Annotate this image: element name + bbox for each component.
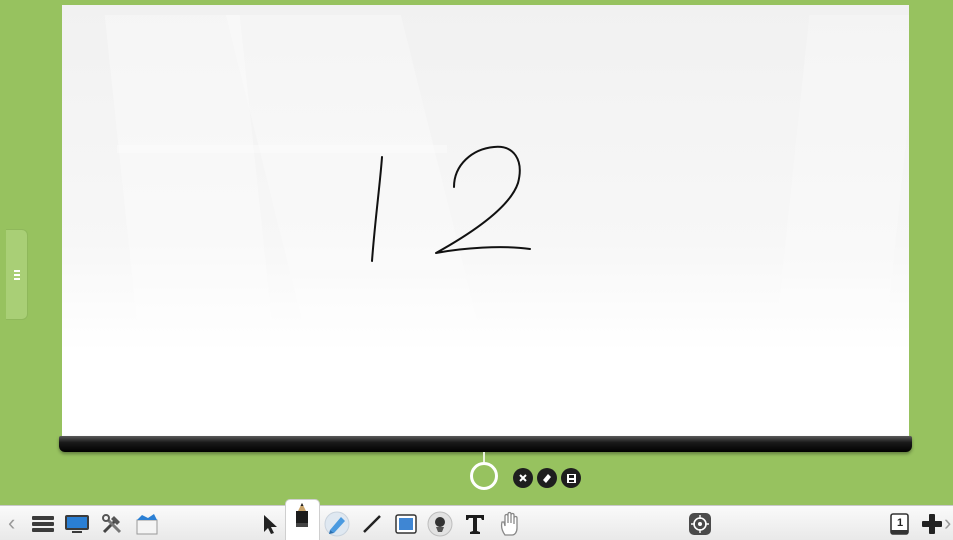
- target-icon[interactable]: [686, 510, 714, 538]
- line-icon[interactable]: [358, 510, 386, 538]
- save-icon[interactable]: [561, 468, 581, 488]
- handwritten-one-stroke: [371, 156, 383, 262]
- grip-icon: [13, 269, 20, 280]
- board-roller-bar: [59, 436, 912, 452]
- bottom-toolbar: ‹ 1 ›: [0, 499, 953, 540]
- menu-icon[interactable]: [29, 510, 57, 538]
- display-icon[interactable]: [63, 510, 91, 538]
- rectangle-icon[interactable]: [392, 510, 420, 538]
- page-icon[interactable]: 1: [886, 510, 914, 538]
- select-arrow-icon[interactable]: [256, 510, 284, 538]
- tools-icon[interactable]: [98, 510, 126, 538]
- whiteboard-canvas[interactable]: [62, 5, 909, 438]
- chevron-left-icon[interactable]: ‹: [8, 512, 15, 534]
- pull-ring-icon[interactable]: [470, 462, 498, 490]
- side-panel-tab[interactable]: [6, 229, 28, 320]
- handwriting-12: [371, 145, 531, 262]
- close-icon[interactable]: [513, 468, 533, 488]
- spotlight-icon[interactable]: [426, 510, 454, 538]
- resources-icon[interactable]: [133, 510, 161, 538]
- highlighter-icon[interactable]: [323, 510, 351, 538]
- pen-icon[interactable]: [288, 502, 316, 530]
- add-page-icon[interactable]: [918, 510, 946, 538]
- page-number: 1: [896, 516, 904, 529]
- eraser-icon[interactable]: [537, 468, 557, 488]
- chevron-right-icon[interactable]: ›: [944, 512, 951, 534]
- handwritten-two-stroke: [435, 145, 531, 254]
- text-icon[interactable]: [461, 510, 489, 538]
- hand-icon[interactable]: [497, 510, 525, 538]
